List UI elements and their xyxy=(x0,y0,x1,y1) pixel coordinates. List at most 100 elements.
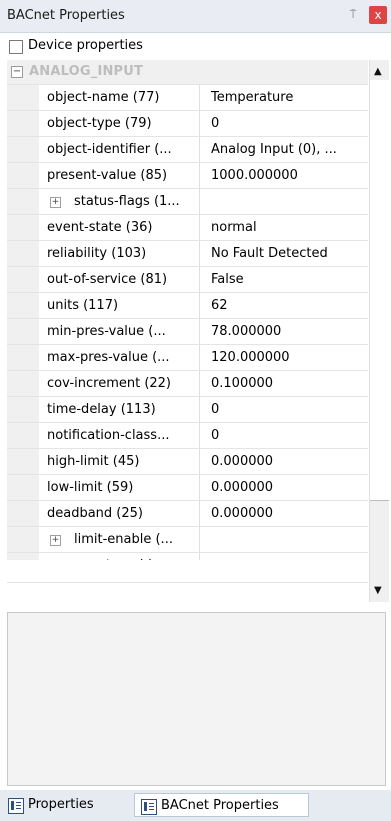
row-gutter xyxy=(7,475,39,500)
row-gutter xyxy=(7,501,39,526)
property-row[interactable]: event-state (36) normal xyxy=(7,215,368,241)
row-gutter xyxy=(7,319,39,344)
property-name: status-flags (1... xyxy=(39,189,200,214)
property-row[interactable]: time-delay (113) 0 xyxy=(7,397,368,423)
property-grid-icon xyxy=(141,799,157,815)
property-row[interactable]: max-pres-value (... 120.000000 xyxy=(7,345,368,371)
property-value[interactable]: 1000.000000 xyxy=(201,163,368,188)
property-value[interactable]: 0.000000 xyxy=(201,449,368,474)
scroll-down-arrow-icon[interactable]: ▼ xyxy=(374,585,382,596)
collapse-icon[interactable]: − xyxy=(11,66,23,78)
description-pane xyxy=(7,612,386,786)
tab-bacnet-properties[interactable]: BACnet Properties xyxy=(134,793,309,817)
row-gutter xyxy=(7,345,39,370)
row-gutter xyxy=(7,241,39,266)
property-row[interactable]: out-of-service (81) False xyxy=(7,267,368,293)
property-name: low-limit (59) xyxy=(39,475,200,500)
property-name: object-type (79) xyxy=(39,111,200,136)
property-name: max-pres-value (... xyxy=(39,345,200,370)
property-row[interactable]: cov-increment (22) 0.100000 xyxy=(7,371,368,397)
property-name: event-state (36) xyxy=(39,215,200,240)
property-row[interactable]: units (117) 62 xyxy=(7,293,368,319)
row-gutter xyxy=(7,111,39,136)
panel-titlebar: BACnet Properties ⍑ x xyxy=(0,0,391,33)
property-value[interactable]: normal xyxy=(201,215,368,240)
row-gutter xyxy=(7,397,39,422)
property-value[interactable]: 0.000000 xyxy=(201,501,368,526)
property-name: object-name (77) xyxy=(39,85,200,110)
property-name: time-delay (113) xyxy=(39,397,200,422)
property-value[interactable]: 0 xyxy=(201,397,368,422)
property-value[interactable] xyxy=(201,527,368,552)
property-grid-overflow-row xyxy=(7,582,368,603)
tab-properties[interactable]: Properties xyxy=(2,793,127,817)
property-value[interactable]: 0.000000 xyxy=(201,475,368,500)
property-value[interactable]: No Fault Detected xyxy=(201,241,368,266)
property-row[interactable]: deadband (25) 0.000000 xyxy=(7,501,368,527)
property-value[interactable]: 0 xyxy=(201,423,368,448)
property-row[interactable]: min-pres-value (... 78.000000 xyxy=(7,319,368,345)
expand-icon[interactable]: + xyxy=(50,535,61,546)
property-row[interactable]: notification-class... 0 xyxy=(7,423,368,449)
device-properties-label[interactable]: Device properties xyxy=(28,38,143,53)
property-value[interactable]: 78.000000 xyxy=(201,319,368,344)
property-row[interactable]: reliability (103) No Fault Detected xyxy=(7,241,368,267)
property-value[interactable] xyxy=(201,553,368,560)
row-gutter xyxy=(7,371,39,396)
property-name: min-pres-value (... xyxy=(39,319,200,344)
property-name: notification-class... xyxy=(39,423,200,448)
pin-icon[interactable]: ⍑ xyxy=(347,9,359,21)
property-row[interactable]: + limit-enable (... xyxy=(7,527,368,553)
property-value[interactable]: 120.000000 xyxy=(201,345,368,370)
property-row[interactable]: object-identifier (... Analog Input (0), … xyxy=(7,137,368,163)
property-value[interactable]: 0.100000 xyxy=(201,371,368,396)
row-gutter xyxy=(7,423,39,448)
property-row[interactable]: +event-enable ... xyxy=(7,553,368,560)
property-row[interactable]: low-limit (59) 0.000000 xyxy=(7,475,368,501)
property-row[interactable]: object-name (77) Temperature xyxy=(7,85,368,111)
property-value[interactable]: 0 xyxy=(201,111,368,136)
row-gutter xyxy=(7,163,39,188)
property-row[interactable]: high-limit (45) 0.000000 xyxy=(7,449,368,475)
property-name: object-identifier (... xyxy=(39,137,200,162)
scroll-up-arrow-icon[interactable]: ▲ xyxy=(374,66,382,77)
property-value[interactable]: 62 xyxy=(201,293,368,318)
property-name: reliability (103) xyxy=(39,241,200,266)
property-row[interactable]: + status-flags (1... xyxy=(7,189,368,215)
property-value[interactable]: Temperature xyxy=(201,85,368,110)
row-gutter xyxy=(7,449,39,474)
property-name: out-of-service (81) xyxy=(39,267,200,292)
property-row[interactable]: object-type (79) 0 xyxy=(7,111,368,137)
property-row[interactable]: present-value (85) 1000.000000 xyxy=(7,163,368,189)
expand-icon[interactable]: + xyxy=(50,197,61,208)
scrollbar-thumb[interactable] xyxy=(370,80,389,501)
property-grid-icon xyxy=(8,798,24,814)
panel-tab-strip: Properties BACnet Properties xyxy=(0,790,391,821)
row-gutter xyxy=(7,189,39,214)
property-name: event-enable ... xyxy=(39,553,200,560)
row-gutter xyxy=(7,215,39,240)
property-name: deadband (25) xyxy=(39,501,200,526)
property-name: high-limit (45) xyxy=(39,449,200,474)
property-grid[interactable]: − ANALOG_INPUT object-name (77) Temperatu… xyxy=(7,60,368,560)
property-name: limit-enable (... xyxy=(39,527,200,552)
category-label: ANALOG_INPUT xyxy=(29,64,144,79)
property-value[interactable] xyxy=(201,189,368,214)
row-gutter xyxy=(7,267,39,292)
row-gutter xyxy=(7,137,39,162)
property-name: cov-increment (22) xyxy=(39,371,200,396)
row-gutter xyxy=(7,85,39,110)
property-name: units (117) xyxy=(39,293,200,318)
device-properties-checkbox[interactable] xyxy=(9,40,23,54)
category-row[interactable]: − ANALOG_INPUT xyxy=(7,60,368,85)
property-value[interactable]: False xyxy=(201,267,368,292)
row-gutter xyxy=(7,553,39,560)
close-icon[interactable]: x xyxy=(369,6,387,24)
property-value[interactable]: Analog Input (0), ... xyxy=(201,137,368,162)
property-name: present-value (85) xyxy=(39,163,200,188)
row-gutter xyxy=(7,293,39,318)
tab-properties-label: Properties xyxy=(28,797,94,812)
panel-title: BACnet Properties xyxy=(7,8,125,23)
tab-bacnet-properties-label: BACnet Properties xyxy=(161,798,279,813)
vertical-scrollbar[interactable]: ▲ ▼ xyxy=(369,60,389,602)
